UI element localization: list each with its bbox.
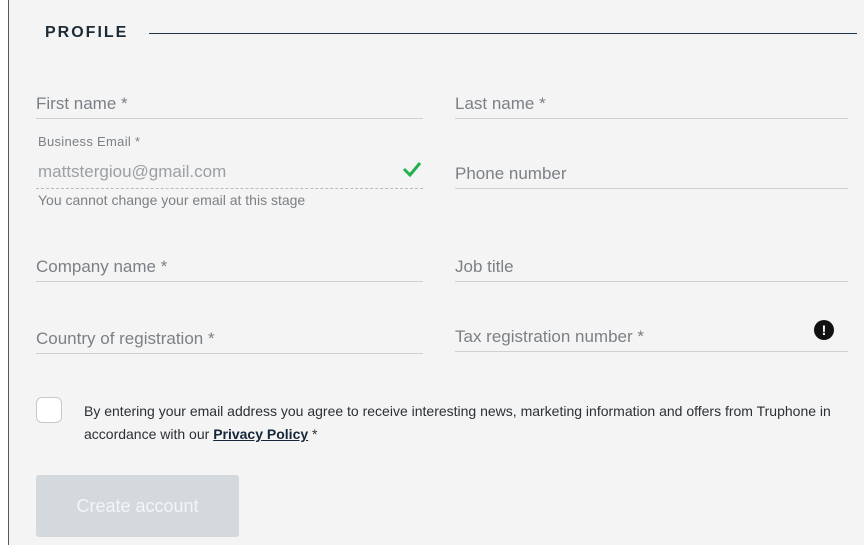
check-icon [402,162,422,178]
tax-placeholder: Tax registration number * [455,327,644,346]
country-field[interactable]: Country of registration * [36,313,423,354]
last-name-placeholder: Last name * [455,94,546,113]
consent-checkbox[interactable] [36,397,62,423]
company-placeholder: Company name * [36,257,168,276]
email-label: Business Email * [38,134,141,149]
last-name-field[interactable]: Last name * [455,78,848,119]
first-name-field[interactable]: First name * [36,78,423,119]
consent-required-mark: * [308,426,318,442]
consent-body: By entering your email address you agree… [84,403,831,442]
job-title-field[interactable]: Job title [455,241,848,282]
country-placeholder: Country of registration * [36,329,215,348]
email-hint: You cannot change your email at this sta… [38,192,306,208]
email-underline [36,188,423,189]
section-header: PROFILE [45,22,857,46]
exclamation-icon[interactable]: ! [814,320,834,340]
job-title-placeholder: Job title [455,257,514,276]
tax-number-field[interactable]: Tax registration number * [455,311,848,352]
privacy-policy-link[interactable]: Privacy Policy [213,426,308,442]
create-account-button[interactable]: Create account [36,475,239,537]
consent-text: By entering your email address you agree… [84,400,844,446]
phone-field[interactable]: Phone number [455,148,848,189]
email-field: mattstergiou@gmail.com [38,162,227,181]
phone-placeholder: Phone number [455,164,567,183]
company-name-field[interactable]: Company name * [36,241,423,282]
section-title: PROFILE [45,24,129,41]
first-name-placeholder: First name * [36,94,128,113]
section-divider [149,33,857,34]
